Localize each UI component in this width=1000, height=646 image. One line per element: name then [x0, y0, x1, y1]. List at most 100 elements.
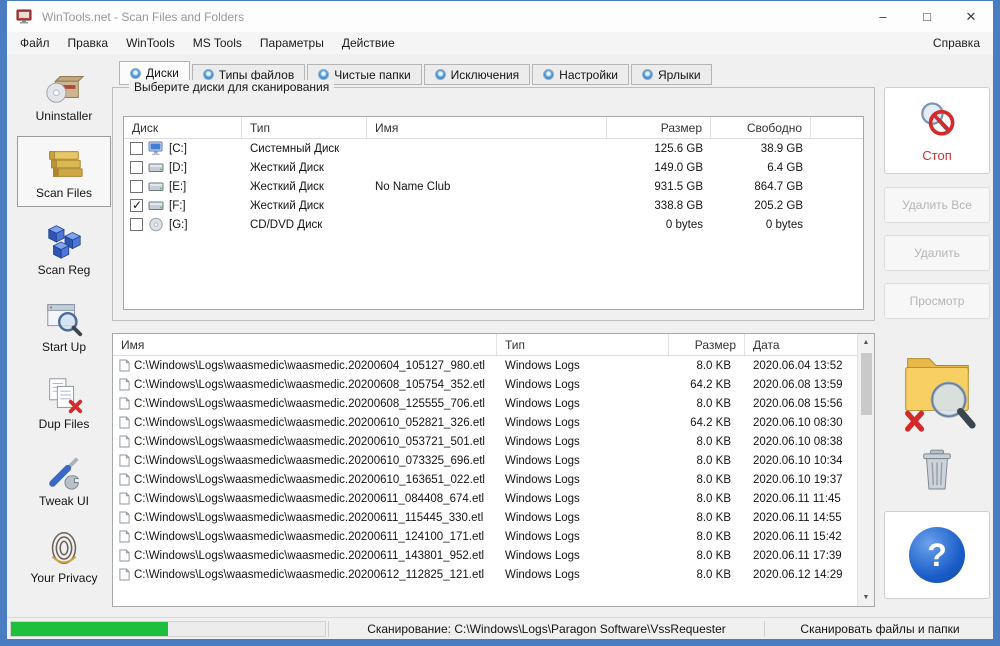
scroll-thumb[interactable]: [860, 353, 872, 415]
sidebar-item-dup-files[interactable]: Dup Files: [17, 367, 111, 438]
file-size: 8.0 KB: [696, 530, 731, 543]
tab-bullet-icon: [642, 69, 654, 80]
sidebar-item-your-privacy[interactable]: Your Privacy: [17, 521, 111, 592]
file-row[interactable]: C:\Windows\Logs\waasmedic\waasmedic.2020…: [113, 394, 857, 413]
sidebar-item-start-up[interactable]: Start Up: [17, 290, 111, 361]
file-date: 2020.06.08 15:56: [753, 397, 843, 410]
minimize-button[interactable]: –: [861, 1, 905, 32]
file-icon: [119, 549, 130, 562]
file-path: C:\Windows\Logs\waasmedic\waasmedic.2020…: [134, 397, 485, 410]
file-row[interactable]: C:\Windows\Logs\waasmedic\waasmedic.2020…: [113, 565, 857, 584]
close-button[interactable]: ✕: [949, 1, 993, 32]
file-icon: [119, 568, 130, 581]
disk-groupbox: Выберите диски для сканирования Диск Тип…: [112, 80, 875, 321]
file-row[interactable]: C:\Windows\Logs\waasmedic\waasmedic.2020…: [113, 527, 857, 546]
menu-параметры[interactable]: Параметры: [251, 36, 333, 50]
file-row[interactable]: C:\Windows\Logs\waasmedic\waasmedic.2020…: [113, 546, 857, 565]
scroll-up-button[interactable]: ▲: [858, 334, 874, 351]
column-header-disk[interactable]: Диск: [124, 117, 242, 138]
file-type: Windows Logs: [505, 549, 580, 562]
file-row[interactable]: C:\Windows\Logs\waasmedic\waasmedic.2020…: [113, 451, 857, 470]
column-header-file-date[interactable]: Дата: [745, 334, 857, 355]
sidebar-icon: [43, 66, 85, 108]
column-header-free[interactable]: Свободно: [711, 117, 811, 138]
scroll-down-button[interactable]: ▼: [858, 589, 874, 606]
maximize-button[interactable]: □: [905, 1, 949, 32]
file-row[interactable]: C:\Windows\Logs\waasmedic\waasmedic.2020…: [113, 489, 857, 508]
sidebar-item-label: Scan Reg: [37, 263, 91, 277]
file-type: Windows Logs: [505, 568, 580, 581]
sidebar-item-tweak-ui[interactable]: Tweak UI: [17, 444, 111, 515]
menu-правка[interactable]: Правка: [59, 36, 118, 50]
file-row[interactable]: C:\Windows\Logs\waasmedic\waasmedic.2020…: [113, 375, 857, 394]
sidebar-item-label: Your Privacy: [30, 571, 98, 585]
menu-файл[interactable]: Файл: [11, 36, 59, 50]
tab-настройки[interactable]: Настройки: [532, 64, 630, 85]
scan-files-folder-icon: [894, 337, 980, 440]
column-header-file-name[interactable]: Имя: [113, 334, 497, 355]
disk-rows: [C:] Системный Диск 125.6 GB 38.9 GB [D:…: [124, 139, 863, 234]
menu-справка[interactable]: Справка: [920, 36, 993, 50]
status-divider: [764, 620, 765, 637]
file-date: 2020.06.11 15:42: [753, 530, 842, 543]
sidebar-icon: [43, 528, 85, 570]
file-icon: [119, 435, 130, 448]
file-date: 2020.06.10 19:37: [753, 473, 843, 486]
file-name-cell: C:\Windows\Logs\waasmedic\waasmedic.2020…: [113, 359, 497, 372]
drive-cell: [C:]: [124, 141, 242, 156]
sidebar-item-label: Dup Files: [38, 417, 90, 431]
menu-ms-tools[interactable]: MS Tools: [184, 36, 251, 50]
file-name-cell: C:\Windows\Logs\waasmedic\waasmedic.2020…: [113, 454, 497, 467]
column-header-size[interactable]: Размер: [607, 117, 711, 138]
disk-row-e[interactable]: [E:] Жесткий Диск No Name Club 931.5 GB …: [124, 177, 863, 196]
tab-исключения[interactable]: Исключения: [423, 64, 531, 85]
drive-icon: [148, 179, 164, 194]
menu-действие[interactable]: Действие: [333, 36, 404, 50]
tab-ярлыки[interactable]: Ярлыки: [631, 64, 712, 85]
vertical-scrollbar[interactable]: ▲ ▼: [857, 334, 874, 606]
drive-cell: [F:]: [124, 198, 242, 213]
file-row[interactable]: C:\Windows\Logs\waasmedic\waasmedic.2020…: [113, 413, 857, 432]
sidebar-item-label: Start Up: [41, 340, 86, 354]
disk-checkbox[interactable]: [130, 180, 143, 193]
sidebar-icon: [43, 374, 85, 416]
file-icon: [119, 454, 130, 467]
disk-checkbox[interactable]: [130, 218, 143, 231]
disk-row-c[interactable]: [C:] Системный Диск 125.6 GB 38.9 GB: [124, 139, 863, 158]
title-bar: WinTools.net - Scan Files and Folders – …: [7, 1, 993, 32]
file-type: Windows Logs: [505, 492, 580, 505]
file-size: 64.2 KB: [690, 416, 731, 429]
file-size: 8.0 KB: [696, 511, 731, 524]
file-date: 2020.06.11 17:39: [753, 549, 842, 562]
column-header-file-type[interactable]: Тип: [497, 334, 669, 355]
disk-row-f[interactable]: [F:] Жесткий Диск 338.8 GB 205.2 GB: [124, 196, 863, 215]
file-row[interactable]: C:\Windows\Logs\waasmedic\waasmedic.2020…: [113, 508, 857, 527]
help-button[interactable]: ?: [909, 527, 965, 583]
column-header-name[interactable]: Имя: [367, 117, 607, 138]
sidebar-item-scan-reg[interactable]: Scan Reg: [17, 213, 111, 284]
file-path: C:\Windows\Logs\waasmedic\waasmedic.2020…: [134, 549, 485, 562]
sidebar-item-scan-files[interactable]: Scan Files: [17, 136, 111, 207]
disk-row-g[interactable]: [G:] CD/DVD Диск 0 bytes 0 bytes: [124, 215, 863, 234]
sidebar-icon: [43, 143, 85, 185]
drive-icon: [148, 217, 164, 232]
file-row[interactable]: C:\Windows\Logs\waasmedic\waasmedic.2020…: [113, 356, 857, 375]
menu-wintools[interactable]: WinTools: [117, 36, 184, 50]
drive-size: 125.6 GB: [654, 142, 703, 155]
file-row[interactable]: C:\Windows\Logs\waasmedic\waasmedic.2020…: [113, 470, 857, 489]
file-icon: [119, 397, 130, 410]
recycle-bin-icon: [918, 448, 956, 497]
disk-checkbox[interactable]: [130, 161, 143, 174]
file-row[interactable]: C:\Windows\Logs\waasmedic\waasmedic.2020…: [113, 432, 857, 451]
file-date: 2020.06.11 11:45: [753, 492, 841, 505]
column-header-file-size[interactable]: Размер: [669, 334, 745, 355]
disk-checkbox[interactable]: [130, 198, 143, 212]
sidebar-item-uninstaller[interactable]: Uninstaller: [17, 59, 111, 130]
disk-row-d[interactable]: [D:] Жесткий Диск 149.0 GB 6.4 GB: [124, 158, 863, 177]
disk-checkbox[interactable]: [130, 142, 143, 155]
drive-type: Системный Диск: [250, 142, 340, 155]
column-header-type[interactable]: Тип: [242, 117, 367, 138]
stop-button[interactable]: Стоп: [884, 87, 990, 174]
file-icon: [119, 359, 130, 372]
drive-letter: [G:]: [169, 218, 188, 231]
